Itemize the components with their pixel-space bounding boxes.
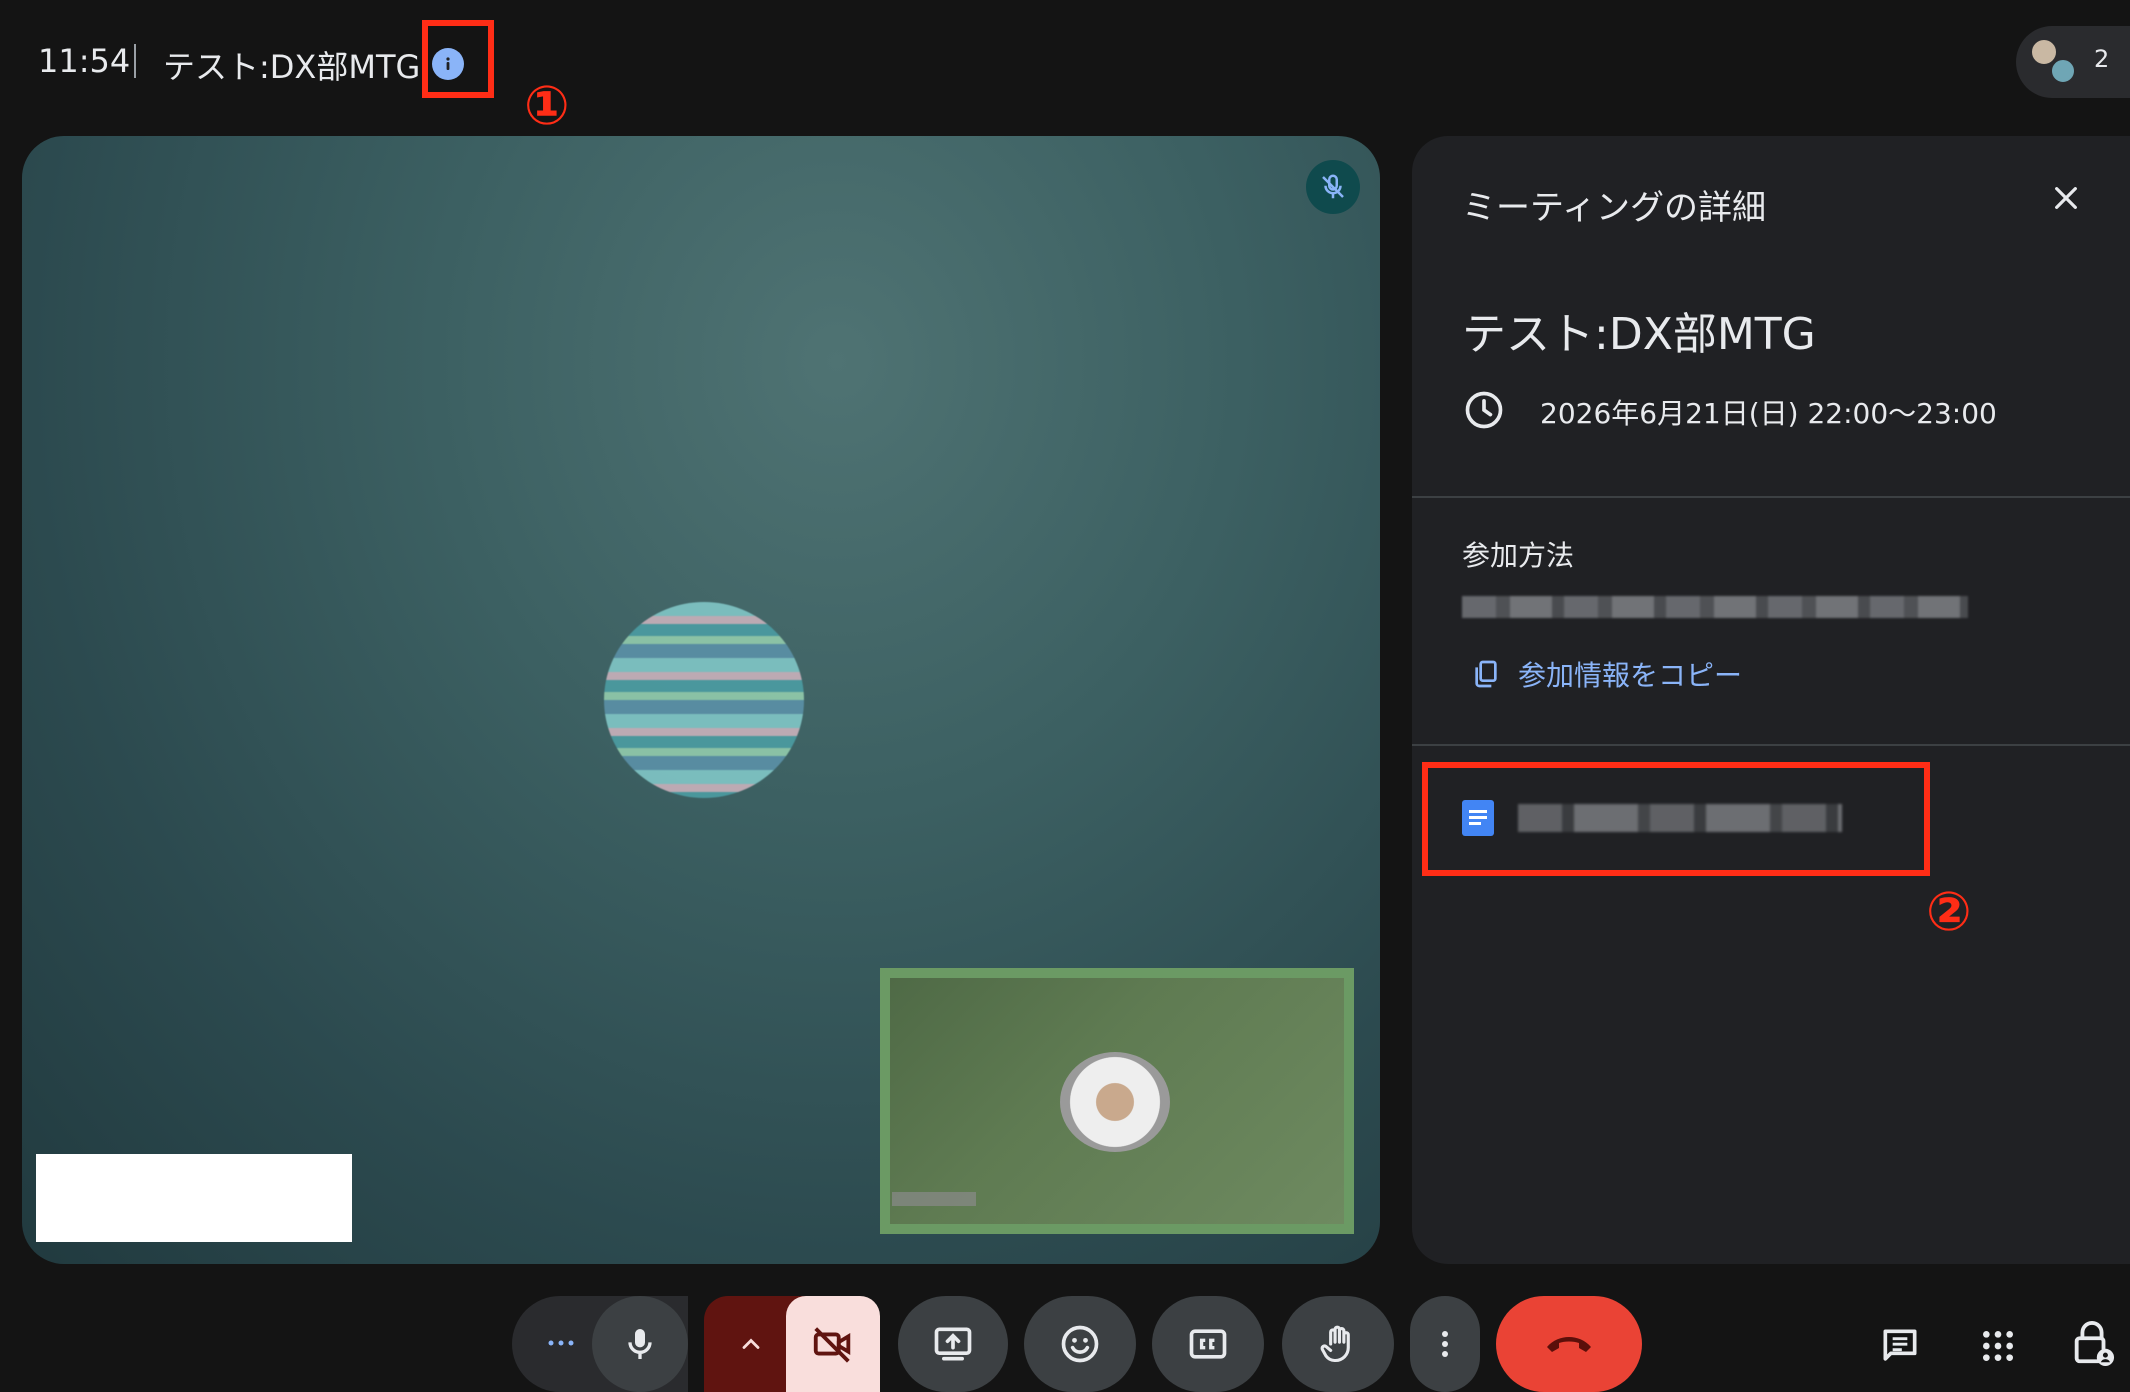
clock-time: 11:54 <box>38 42 131 80</box>
muted-indicator <box>1306 160 1360 214</box>
self-name-label <box>892 1192 976 1206</box>
raise-hand-button[interactable] <box>1282 1296 1394 1392</box>
annotation-box-1 <box>422 20 494 98</box>
meeting-name: テスト:DX部MTG <box>1462 309 1816 360</box>
copy-join-info-button[interactable]: 参加情報をコピー <box>1470 654 1742 694</box>
host-controls-button[interactable] <box>2064 1314 2120 1374</box>
host-controls-lock-icon <box>2074 1321 2115 1367</box>
microphone-icon <box>628 1329 652 1359</box>
more-horiz-icon <box>548 1340 574 1346</box>
copy-join-info-label: 参加情報をコピー <box>1518 659 1743 692</box>
annotation-marker-1: ① <box>524 74 570 137</box>
mic-off-icon <box>1322 174 1344 199</box>
participant-avatar <box>2050 58 2076 84</box>
copy-icon <box>1475 660 1497 688</box>
annotation-marker-2: ② <box>1926 880 1972 943</box>
panel-divider <box>1412 496 2130 498</box>
chevron-up-icon <box>742 1338 760 1349</box>
participant-name-label <box>36 1154 352 1242</box>
more-options-button[interactable] <box>1410 1296 1480 1392</box>
close-icon <box>2055 187 2077 209</box>
clock-icon <box>1465 391 1503 429</box>
meeting-title: テスト:DX部MTG <box>163 48 421 86</box>
annotation-box-2 <box>1422 762 1930 876</box>
participants-count: 2 <box>2094 45 2110 73</box>
participant-avatar-large <box>604 602 804 798</box>
panel-title: ミーティングの詳細 <box>1462 188 1766 228</box>
camera-options-button[interactable] <box>716 1312 786 1376</box>
meeting-schedule: 2026年6月21日(日) 22:00〜23:00 <box>1540 397 1997 430</box>
present-screen-icon <box>934 1327 972 1361</box>
chat-button[interactable] <box>1872 1318 1928 1374</box>
send-reaction-button[interactable] <box>1024 1296 1136 1392</box>
meeting-join-link[interactable] <box>1462 596 1968 618</box>
microphone-button[interactable] <box>592 1296 688 1392</box>
self-avatar <box>1060 1052 1170 1152</box>
leave-call-button[interactable] <box>1496 1296 1642 1392</box>
more-vert-icon <box>1442 1331 1448 1357</box>
activities-grid-icon <box>1983 1331 2013 1361</box>
panel-divider <box>1412 744 2130 746</box>
camera-off-icon <box>813 1327 851 1363</box>
emoji-icon <box>1061 1325 1099 1363</box>
audio-settings-button[interactable] <box>536 1318 586 1368</box>
present-screen-button[interactable] <box>898 1296 1008 1392</box>
close-panel-button[interactable] <box>2044 176 2088 220</box>
closed-captions-icon <box>1189 1329 1227 1359</box>
chat-icon <box>1883 1329 1917 1361</box>
activities-button[interactable] <box>1970 1318 2026 1374</box>
title-separator <box>134 44 136 78</box>
hang-up-icon <box>1547 1337 1591 1352</box>
captions-button[interactable] <box>1152 1296 1264 1392</box>
join-info-heading: 参加方法 <box>1462 539 1575 572</box>
raise-hand-icon <box>1320 1325 1350 1363</box>
camera-toggle-button[interactable] <box>786 1296 880 1392</box>
